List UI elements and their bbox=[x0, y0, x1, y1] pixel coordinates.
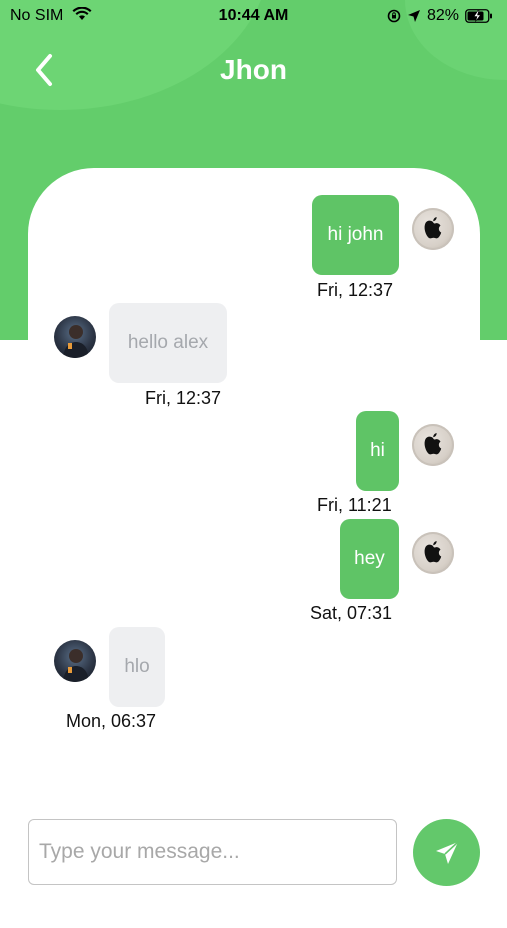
message-text: hi bbox=[370, 440, 385, 461]
own-avatar bbox=[412, 424, 454, 466]
apple-logo-icon bbox=[424, 217, 442, 239]
message-timestamp: Fri, 11:21 bbox=[317, 495, 392, 515]
message-text: hlo bbox=[124, 656, 150, 677]
send-icon bbox=[435, 840, 459, 864]
outgoing-message-bubble[interactable]: hey bbox=[340, 519, 399, 599]
incoming-message-bubble[interactable]: hlo bbox=[109, 627, 165, 707]
own-avatar bbox=[412, 532, 454, 574]
battery-charging-icon bbox=[465, 9, 492, 23]
message-input[interactable] bbox=[29, 820, 396, 884]
message-timestamp: Fri, 12:37 bbox=[317, 280, 394, 300]
battery-percentage: 82% bbox=[426, 7, 459, 24]
message-input-container bbox=[28, 819, 397, 885]
person-photo-icon bbox=[63, 649, 89, 682]
outgoing-message-bubble[interactable]: hi john bbox=[312, 195, 399, 275]
contact-avatar bbox=[54, 640, 96, 682]
message-text: hey bbox=[354, 548, 385, 569]
send-button[interactable] bbox=[413, 819, 480, 886]
apple-logo-icon bbox=[424, 433, 442, 455]
outgoing-message-bubble[interactable]: hi bbox=[356, 411, 399, 491]
location-arrow-icon bbox=[407, 10, 420, 22]
message-timestamp: Fri, 12:37 bbox=[145, 388, 222, 408]
person-photo-icon bbox=[63, 325, 89, 358]
contact-avatar bbox=[54, 316, 96, 358]
screen-rotation-lock-icon bbox=[387, 9, 401, 23]
conversation-title: Jhon bbox=[220, 54, 287, 85]
message-text: hello alex bbox=[127, 332, 209, 353]
message-timestamp: Sat, 07:31 bbox=[310, 603, 393, 623]
message-timestamp: Mon, 06:37 bbox=[66, 711, 157, 731]
status-bar: No SIM 10:44 AM 82% bbox=[0, 0, 507, 32]
own-avatar bbox=[412, 208, 454, 250]
message-text: hi john bbox=[327, 224, 384, 245]
incoming-message-bubble[interactable]: hello alex bbox=[109, 303, 227, 383]
apple-logo-icon bbox=[424, 541, 442, 563]
status-right: 82% bbox=[387, 7, 493, 25]
